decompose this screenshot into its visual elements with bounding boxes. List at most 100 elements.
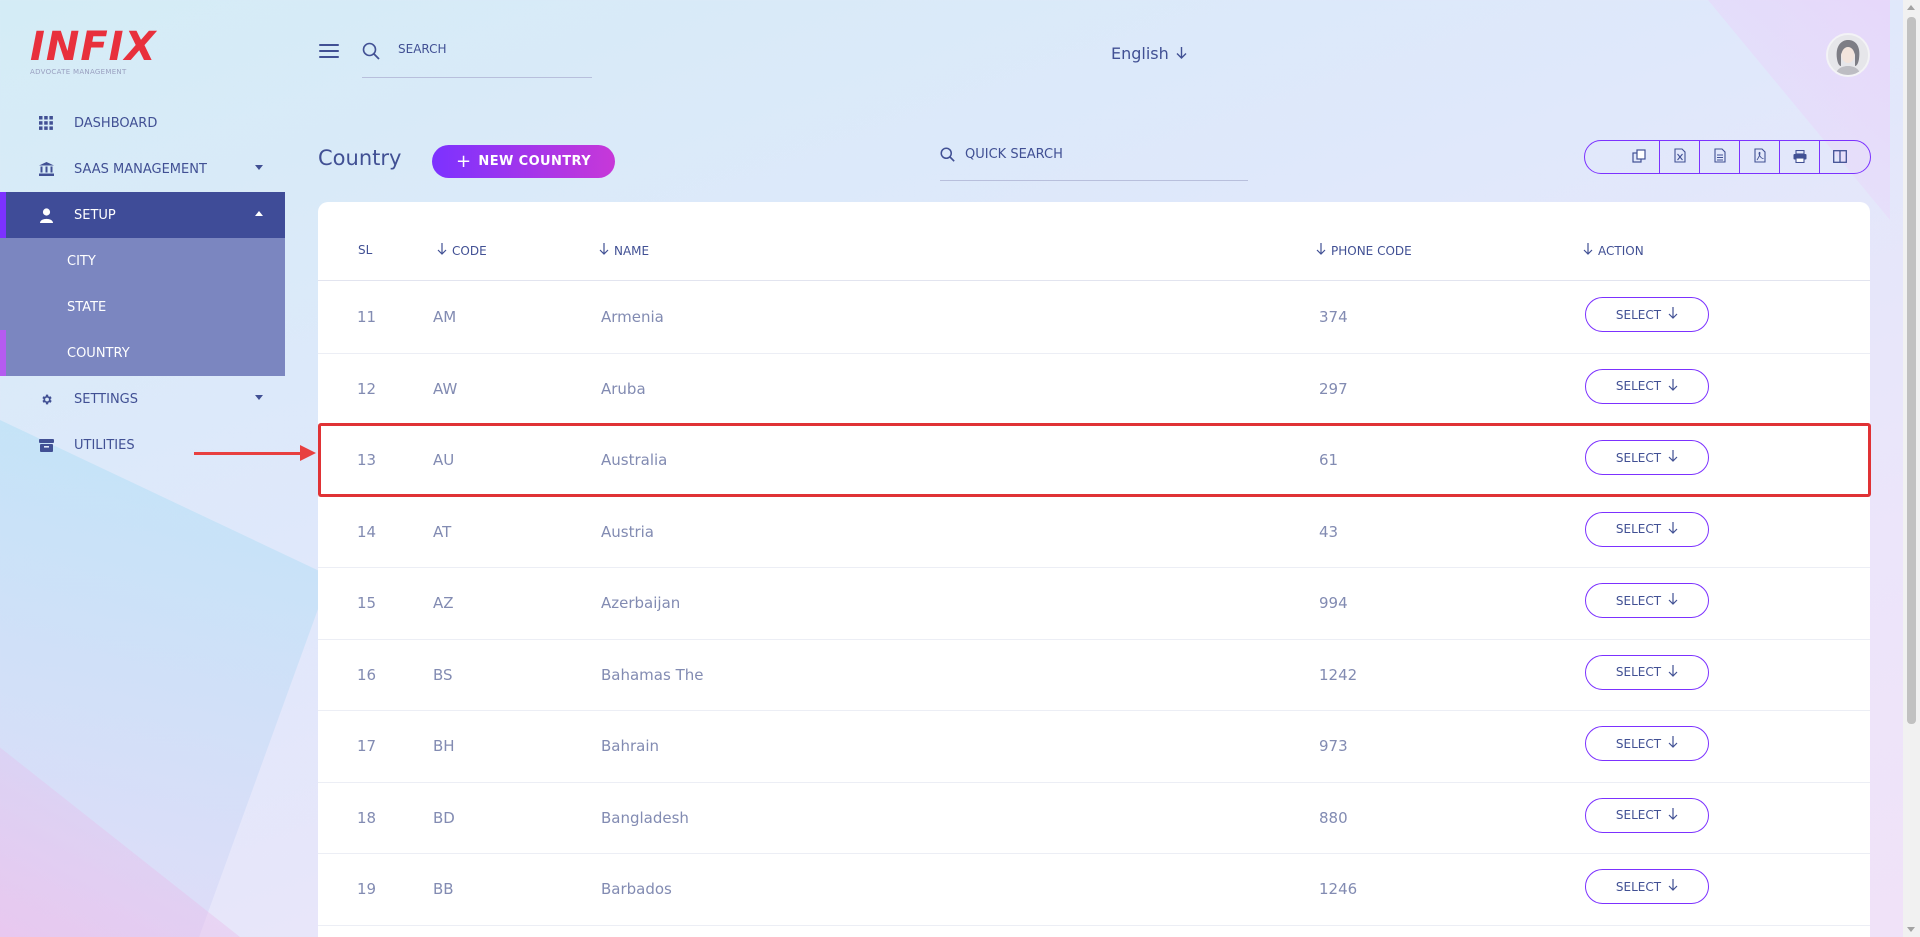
table-row: 14 AT Austria 43 SELECT [318, 497, 1870, 568]
arrow-down-icon [1668, 378, 1678, 394]
table-row: 19 BB Barbados 1246 SELECT [318, 854, 1870, 926]
cell-sl: 14 [357, 522, 377, 541]
select-action-button[interactable]: SELECT [1585, 511, 1709, 547]
scrollbar[interactable] [1903, 0, 1920, 937]
menu-toggle-icon[interactable] [319, 44, 339, 59]
select-action-button[interactable]: SELECT [1585, 797, 1709, 833]
cell-code: AT [433, 522, 452, 541]
sidebar-item-label: SAAS MANAGEMENT [74, 161, 207, 177]
column-header-action[interactable]: ACTION [1583, 243, 1644, 258]
sidebar-subitem-country[interactable]: COUNTRY [0, 330, 285, 376]
select-label: SELECT [1615, 665, 1662, 679]
cell-sl: 16 [357, 665, 377, 684]
arrow-down-icon [1668, 593, 1678, 608]
pdf-button[interactable] [1739, 141, 1779, 173]
sidebar-item-setup[interactable]: SETUP [0, 192, 285, 238]
cell-name: Bahrain [601, 737, 660, 755]
sidebar-item-dashboard[interactable]: DASHBOARD [0, 100, 285, 146]
scroll-down-icon[interactable] [1907, 927, 1915, 932]
bank-icon [38, 161, 54, 177]
column-header-label: NAME [614, 243, 650, 258]
copy-button[interactable] [1619, 141, 1659, 173]
sidebar-item-settings[interactable]: SETTINGS [0, 376, 285, 422]
sidebar-subitem-city[interactable]: CITY [0, 238, 285, 284]
caret-up-icon [255, 211, 263, 216]
sidebar-item-utilities[interactable]: UTILITIES [0, 422, 285, 468]
global-search [362, 38, 592, 78]
cell-sl: 13 [357, 451, 377, 469]
sidebar-item-saas-management[interactable]: SAAS MANAGEMENT [0, 146, 285, 192]
select-label: SELECT [1615, 736, 1662, 751]
select-action-button[interactable]: SELECT [1585, 654, 1709, 690]
grid-icon [38, 115, 54, 131]
user-icon [38, 207, 54, 223]
column-header-code[interactable]: CODE [437, 243, 487, 258]
cell-name: Australia [601, 451, 668, 469]
arrow-down-icon [1668, 521, 1678, 537]
table-row: 15 AZ Azerbaijan 994 SELECT [318, 568, 1870, 640]
select-action-button[interactable]: SELECT [1585, 440, 1709, 475]
cell-code: BB [433, 880, 454, 898]
table-row: 13 AU Australia 61 SELECT [318, 425, 1870, 497]
new-country-button[interactable]: + NEW COUNTRY [432, 145, 615, 178]
select-action-button[interactable]: SELECT [1585, 726, 1709, 761]
column-header-sl[interactable]: SL [358, 243, 372, 257]
cell-name: Azerbaijan [601, 594, 681, 612]
cell-sl: 17 [357, 737, 377, 755]
caret-down-icon [255, 395, 263, 400]
columns-icon [1832, 148, 1847, 167]
cell-name: Armenia [601, 308, 664, 326]
page-title: Country [318, 146, 402, 170]
avatar[interactable] [1826, 33, 1870, 77]
column-header-phone-code[interactable]: PHONE CODE [1316, 243, 1412, 258]
caret-down-icon [255, 165, 263, 170]
language-selector[interactable]: English [1111, 44, 1187, 63]
logo[interactable]: INFIX ADVOCATE MANAGEMENT [30, 26, 156, 76]
cell-phone-code: 880 [1319, 808, 1348, 827]
csv-icon [1713, 147, 1726, 167]
print-icon [1793, 148, 1807, 167]
search-input[interactable] [398, 42, 578, 56]
select-action-button[interactable]: SELECT [1585, 869, 1709, 904]
scroll-up-icon[interactable] [1907, 5, 1915, 10]
sidebar-item-label: UTILITIES [74, 437, 135, 453]
select-label: SELECT [1615, 808, 1662, 822]
print-button[interactable] [1779, 141, 1819, 173]
cell-code: BH [433, 737, 455, 755]
select-label: SELECT [1615, 307, 1662, 322]
scrollbar-thumb[interactable] [1907, 17, 1916, 724]
table-row: 18 BD Bangladesh 880 SELECT [318, 783, 1870, 854]
table-header: SL CODE NAME PHONE CODE ACTION [318, 202, 1870, 281]
cell-name: Aruba [601, 379, 646, 398]
setup-submenu: CITY STATE COUNTRY [0, 238, 285, 376]
cell-phone-code: 973 [1319, 737, 1348, 755]
csv-button[interactable] [1699, 141, 1739, 173]
cell-code: AW [433, 379, 458, 398]
excel-icon [1673, 147, 1686, 167]
sidebar-subitem-state[interactable]: STATE [0, 284, 285, 330]
archive-icon [38, 437, 54, 453]
select-label: SELECT [1615, 879, 1662, 894]
cell-phone-code: 994 [1319, 594, 1348, 612]
sort-arrow-icon [437, 243, 447, 258]
sort-arrow-icon [599, 243, 609, 258]
excel-button[interactable] [1659, 141, 1699, 173]
export-toolbar [1584, 140, 1871, 174]
cell-code: BS [433, 665, 453, 684]
column-header-label: PHONE CODE [1331, 243, 1412, 258]
select-action-button[interactable]: SELECT [1585, 368, 1709, 404]
select-action-button[interactable]: SELECT [1585, 583, 1709, 618]
select-action-button[interactable]: SELECT [1585, 297, 1709, 332]
cell-name: Bangladesh [601, 808, 689, 827]
cell-sl: 15 [357, 594, 377, 612]
cell-sl: 19 [357, 880, 377, 898]
arrow-down-icon [1668, 664, 1678, 680]
quick-search-input[interactable] [965, 147, 1235, 162]
quick-search [940, 145, 1248, 181]
columns-button[interactable] [1819, 141, 1859, 173]
plus-icon: + [455, 150, 472, 172]
select-label: SELECT [1615, 450, 1662, 465]
column-header-name[interactable]: NAME [599, 243, 649, 258]
arrow-down-icon [1668, 450, 1678, 465]
cell-code: AM [433, 308, 457, 326]
